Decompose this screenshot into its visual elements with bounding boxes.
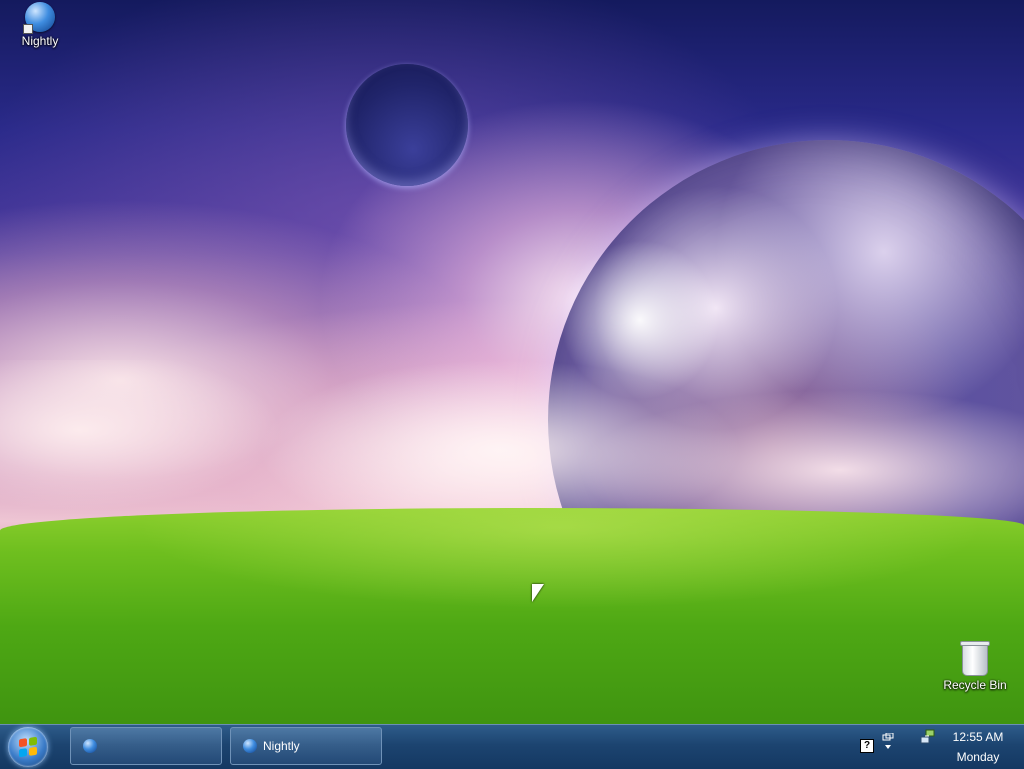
taskbar-button-label: Nightly xyxy=(263,739,300,753)
window-switcher-icon[interactable] xyxy=(882,732,894,754)
taskbar: Nightly ? 12:55 AM Monday xyxy=(0,724,1024,769)
taskbar-button-nightly[interactable]: Nightly xyxy=(230,727,382,765)
desktop-icon-nightly[interactable]: Nightly xyxy=(0,2,80,48)
network-icon[interactable] xyxy=(920,729,936,748)
taskbar-button-empty[interactable] xyxy=(70,727,222,765)
firefox-nightly-globe-icon xyxy=(83,739,97,753)
start-button[interactable] xyxy=(8,727,48,767)
desktop-icon-label: Recycle Bin xyxy=(943,678,1007,692)
desktop-icon-recycle-bin[interactable]: Recycle Bin xyxy=(935,641,1015,692)
system-clock[interactable]: 12:55 AM Monday xyxy=(948,727,1008,767)
firefox-nightly-globe-icon xyxy=(243,739,257,753)
wallpaper-moon xyxy=(346,64,468,186)
help-icon[interactable]: ? xyxy=(860,739,874,753)
clock-time: 12:55 AM xyxy=(952,730,1004,744)
wallpaper-grass xyxy=(0,508,1024,724)
recycle-bin-icon xyxy=(960,641,990,676)
desktop-icon-label: Nightly xyxy=(21,34,59,48)
firefox-nightly-globe-icon xyxy=(23,2,55,34)
windows-start-orb-icon xyxy=(19,736,37,758)
clock-day: Monday xyxy=(956,750,1000,764)
mouse-cursor-icon xyxy=(532,584,544,602)
desktop-wallpaper[interactable]: Nightly Recycle Bin xyxy=(0,0,1024,724)
